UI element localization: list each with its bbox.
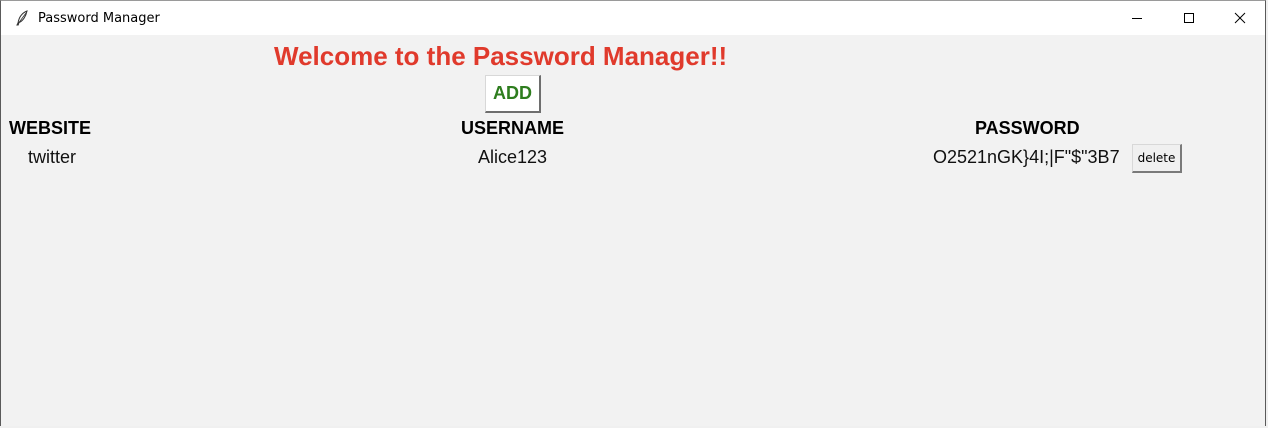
main-area: Welcome to the Password Manager!! ADD WE… [1, 35, 1265, 426]
maximize-button[interactable] [1164, 1, 1214, 35]
title-bar[interactable]: Password Manager [1, 1, 1265, 35]
minimize-icon [1132, 18, 1142, 19]
feather-icon [15, 10, 29, 26]
add-button[interactable]: ADD [485, 75, 541, 113]
column-header-website: WEBSITE [9, 118, 92, 138]
password-cell: O2521nGK}4I;|F"$"3B7 [933, 147, 1120, 167]
app-window: Password Manager Welcome to the Password… [0, 0, 1266, 426]
maximize-icon [1184, 13, 1194, 23]
window-title: Password Manager [38, 11, 160, 26]
delete-button[interactable]: delete [1132, 144, 1182, 173]
minimize-button[interactable] [1112, 1, 1162, 35]
close-button[interactable] [1215, 1, 1265, 35]
column-header-password: PASSWORD [975, 118, 1080, 138]
username-cell: Alice123 [478, 147, 548, 167]
website-cell: twitter [28, 147, 77, 167]
close-icon [1234, 12, 1246, 24]
page-title: Welcome to the Password Manager!! [274, 41, 728, 71]
column-header-username: USERNAME [461, 118, 565, 138]
